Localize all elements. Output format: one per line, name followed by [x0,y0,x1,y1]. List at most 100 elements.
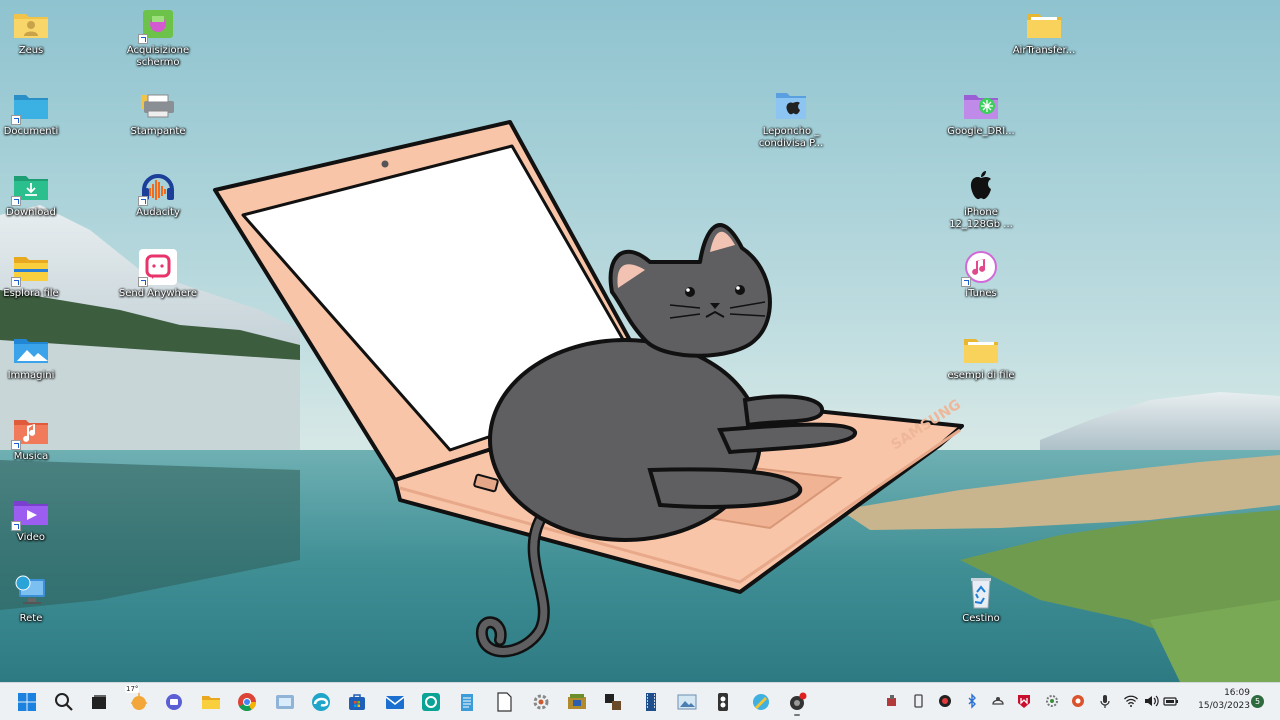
desktop-icon-download[interactable]: Download [0,164,71,240]
settings-tray[interactable] [1044,693,1060,709]
desktop-icon-video[interactable]: Video [0,489,71,565]
weather-button[interactable]: 17° [124,685,154,717]
app-orange-icon [1070,693,1086,709]
settings-app-button[interactable] [526,687,556,717]
desktop-icon-acquisizione-schermo[interactable]: Acquisizione schermo [118,2,198,78]
volume-tray[interactable] [1143,693,1159,709]
desktop-icon-cestino[interactable]: Cestino [941,570,1021,646]
desktop-icon-iphone[interactable]: iPhone 12_128Gb ... [941,164,1021,240]
usb-tray[interactable] [884,693,900,709]
record-button[interactable] [782,687,812,717]
tools-icon [602,691,624,713]
settings-app-icon [530,691,552,713]
pencil-app-button[interactable] [746,687,776,717]
settings-icon [1044,693,1060,709]
desktop-icon-google-drive[interactable]: Google_DRI... [941,83,1021,159]
cat-on-laptop-artwork: SAMSUNG [213,120,964,658]
teal-app-button[interactable] [416,687,446,717]
desktop-icon-send-anywhere[interactable]: Send Anywhere [118,245,198,321]
shortcut-arrow-icon [138,196,148,206]
notification-badge[interactable]: 5 [1251,695,1264,708]
document-button[interactable] [489,687,519,717]
tools-button[interactable] [598,687,628,717]
mcafee-icon [1016,693,1032,709]
pencil-app-icon [750,691,772,713]
desktop-icon-label: Zeus [18,45,44,56]
document-icon [493,691,515,713]
clock[interactable]: 16:09 15/03/2023 [1188,687,1250,713]
clock-time: 16:09 [1224,688,1250,698]
app-red-icon [937,693,953,709]
calculator-button[interactable] [708,687,738,717]
desktop-icon-musica[interactable]: Musica [0,408,71,484]
file-explorer-button[interactable] [196,687,226,717]
notepad-icon [456,691,478,713]
videos-folder-icon [11,493,51,531]
phone-icon [910,693,926,709]
desktop-icon-leponcho[interactable]: Leponcho _ condivisa P... [751,83,831,159]
desktop-icon-immagini[interactable]: Immagini [0,327,71,403]
documents-folder-icon [11,87,51,125]
search-button[interactable] [49,687,79,717]
desktop-icon-label: Leponcho _ condivisa P... [758,126,824,149]
task-view-button[interactable] [84,687,114,717]
notepad-button[interactable] [452,687,482,717]
app-orange-tray[interactable] [1070,693,1086,709]
desktop-icon-esempi-di-file[interactable]: esempi di file [941,327,1021,403]
microphone-tray[interactable] [1097,693,1113,709]
bluetooth-tray[interactable] [964,693,980,709]
edge-button[interactable] [306,687,336,717]
mail-button[interactable] [380,687,410,717]
desktop-icon-label: Musica [13,451,49,462]
desktop-icon-label: AirTransfer... [1012,45,1076,56]
desktop-icon-label: Audacity [136,207,180,218]
desktop-icon-audacity[interactable]: Audacity [118,164,198,240]
desktop-icon-label: Download [6,207,56,218]
phone-tray[interactable] [910,693,926,709]
shortcut-arrow-icon [11,196,21,206]
desktop-icon-label: Video [16,532,46,543]
desktop-icon-rete[interactable]: Rete [0,570,71,646]
chrome-button[interactable] [232,687,262,717]
shortcut-arrow-icon [11,115,21,125]
film-button[interactable] [636,687,666,717]
weather-temperature: 17° [125,685,140,693]
desktop-icon-label: Rete [19,613,43,624]
capture-icon [274,691,296,713]
desktop-icon-stampante[interactable]: Stampante [118,83,198,159]
recycle-bin-icon [961,574,1001,610]
shortcut-arrow-icon [961,277,971,287]
desktop-icon-esplora-file[interactable]: Esplora file [0,245,71,321]
store-button[interactable] [342,687,372,717]
bluetooth-icon [964,693,980,709]
archive-button[interactable] [562,687,592,717]
edge-icon [310,691,332,713]
music-folder-icon [11,412,51,450]
desktop[interactable]: SAMSUNG Zeus Documenti Download Esplora … [0,0,1280,682]
teams-tray[interactable] [990,693,1006,709]
desktop-icon-itunes[interactable]: iTunes [941,245,1021,321]
calculator-icon [712,691,734,713]
capture-button[interactable] [270,687,300,717]
desktop-icon-airtransfer[interactable]: AirTransfer... [1004,2,1084,78]
pictures-folder-icon [11,331,51,367]
mcafee-tray[interactable] [1016,693,1032,709]
wifi-tray[interactable] [1123,693,1139,709]
apple-icon [961,168,1001,204]
battery-icon [1163,693,1179,709]
desktop-icon-documenti[interactable]: Documenti [0,83,71,159]
desktop-icon-label: Cestino [962,613,1000,624]
desktop-icon-label: Google_DRI... [947,126,1015,137]
teams-icon [990,693,1006,709]
record-icon [786,691,808,713]
photo-button[interactable] [672,687,702,717]
shortcut-arrow-icon [11,277,21,287]
folder-icon [1024,6,1064,42]
chat-button[interactable] [159,687,189,717]
start-button[interactable] [12,687,42,717]
downloads-folder-icon [11,168,51,206]
battery-tray[interactable] [1163,693,1179,709]
app-red-tray[interactable] [937,693,953,709]
shortcut-arrow-icon [138,277,148,287]
desktop-icon-zeus[interactable]: Zeus [0,2,71,78]
